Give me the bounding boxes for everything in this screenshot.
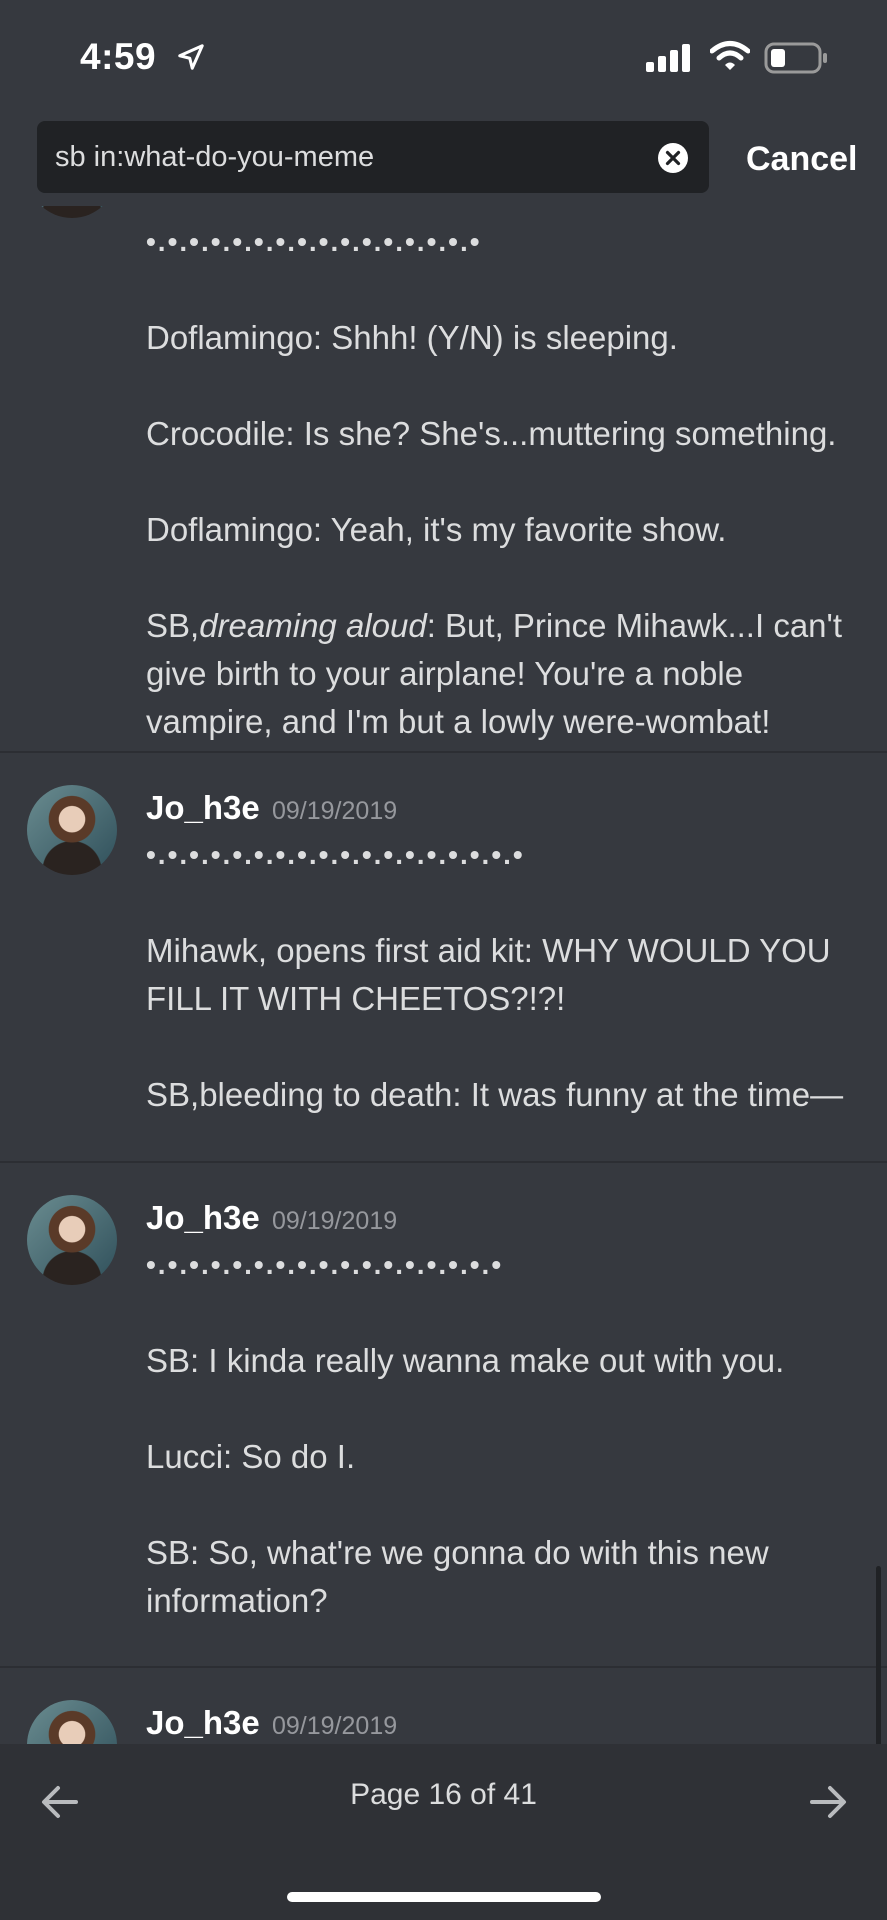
- message-line: SB,bleeding to death: It was funny at th…: [146, 1076, 844, 1113]
- avatar[interactable]: [27, 785, 117, 875]
- message-line: Doflamingo: Yeah, it's my favorite show.: [146, 511, 727, 548]
- battery-icon: [764, 42, 827, 74]
- message-line: Doflamingo: Shhh! (Y/N) is sleeping.: [146, 319, 678, 356]
- avatar[interactable]: [27, 206, 117, 218]
- search-input[interactable]: sb in:what-do-you-meme: [37, 121, 709, 193]
- cancel-button[interactable]: Cancel: [746, 140, 858, 179]
- status-time: 4:59: [80, 36, 157, 77]
- message-date: 09/19/2019: [272, 797, 398, 825]
- search-result-message[interactable]: Jo_h3e 09/19/2019: [0, 1668, 887, 1744]
- clear-search-icon[interactable]: [658, 143, 688, 173]
- search-query[interactable]: sb in:what-do-you-meme: [55, 121, 655, 193]
- page-indicator: Page 16 of 41: [350, 1778, 537, 1811]
- divider-dots: •.•.•.•.•.•.•.•.•.•.•.•.•.•.•.•.•: [146, 1249, 504, 1280]
- scrollbar[interactable]: [876, 1566, 881, 1744]
- search-result-message[interactable]: Jo_h3e 09/19/2019 •.•.•.•.•.•.•.•.•.•.•.…: [0, 1163, 887, 1667]
- divider-dots: •.•.•.•.•.•.•.•.•.•.•.•.•.•.•.•.•.•: [146, 839, 525, 870]
- search-result-message[interactable]: Jo_h3e 09/19/2019 •.•.•.•.•.•.•.•.•.•.•.…: [0, 753, 887, 1153]
- search-results[interactable]: •.•.•.•.•.•.•.•.•.•.•.•.•.•.•.• Doflamin…: [0, 206, 887, 1744]
- message-content: •.•.•.•.•.•.•.•.•.•.•.•.•.•.•.•.• SB: I …: [146, 1241, 866, 1625]
- home-indicator[interactable]: [287, 1892, 601, 1902]
- message-line: Lucci: So do I.: [146, 1438, 356, 1475]
- message-date: 09/19/2019: [272, 1207, 398, 1235]
- arrow-right-icon[interactable]: [806, 1780, 850, 1824]
- message-italic-text: dreaming aloud: [199, 607, 427, 644]
- message-content: •.•.•.•.•.•.•.•.•.•.•.•.•.•.•.•.•.• Miha…: [146, 831, 866, 1119]
- message-line: SB,dreaming aloud: But, Prince Mihawk...…: [146, 602, 866, 746]
- message-text: SB,: [146, 607, 200, 644]
- cellular-signal-icon: [646, 44, 690, 72]
- wifi-icon: [710, 41, 750, 70]
- message-date: 09/19/2019: [272, 1712, 398, 1740]
- search-header: sb in:what-do-you-meme Cancel: [0, 100, 887, 206]
- avatar[interactable]: [27, 1195, 117, 1285]
- divider-dots: •.•.•.•.•.•.•.•.•.•.•.•.•.•.•.•: [146, 226, 482, 257]
- message-line: SB: I kinda really wanna make out with y…: [146, 1342, 785, 1379]
- message-line: Mihawk, opens first aid kit: WHY WOULD Y…: [146, 932, 831, 1017]
- message-line: Crocodile: Is she? She's...muttering som…: [146, 415, 837, 452]
- message-content: •.•.•.•.•.•.•.•.•.•.•.•.•.•.•.• Doflamin…: [146, 218, 866, 746]
- author-name[interactable]: Jo_h3e: [146, 789, 260, 827]
- author-name[interactable]: Jo_h3e: [146, 1199, 260, 1237]
- location-arrow-icon: [178, 44, 204, 70]
- author-name[interactable]: Jo_h3e: [146, 1704, 260, 1742]
- avatar[interactable]: [27, 1700, 117, 1744]
- message-line: SB: So, what're we gonna do with this ne…: [146, 1534, 769, 1619]
